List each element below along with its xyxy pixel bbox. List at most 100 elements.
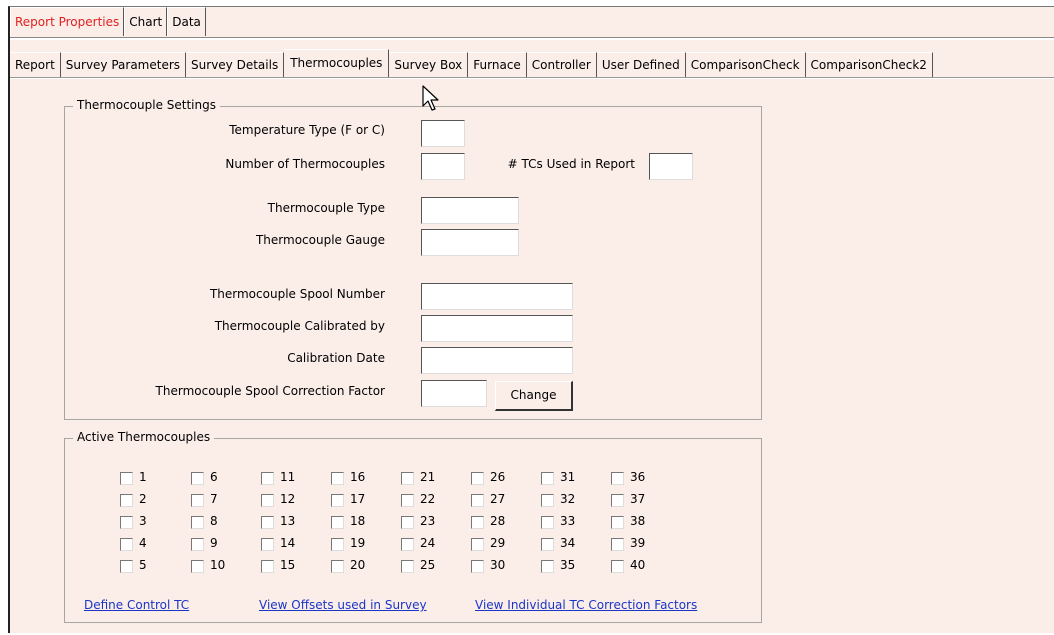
tab-comparison-check2[interactable]: ComparisonCheck2 bbox=[805, 52, 933, 77]
tc-gauge-label: Thermocouple Gauge bbox=[255, 233, 385, 247]
tc-checkbox-label: 3 bbox=[139, 514, 147, 528]
tc-checkbox[interactable] bbox=[261, 494, 274, 507]
tc-type-label: Thermocouple Type bbox=[267, 201, 385, 215]
tab-report[interactable]: Report bbox=[10, 52, 61, 77]
tc-checkbox[interactable] bbox=[401, 560, 414, 573]
tc-checkbox[interactable] bbox=[191, 516, 204, 529]
define-control-tc-link[interactable]: Define Control TC bbox=[84, 598, 189, 612]
tc-checkbox[interactable] bbox=[191, 560, 204, 573]
tc-checkbox[interactable] bbox=[401, 538, 414, 551]
tab-data[interactable]: Data bbox=[167, 7, 206, 36]
tc-checkbox[interactable] bbox=[541, 494, 554, 507]
tc-checkbox[interactable] bbox=[261, 560, 274, 573]
tcs-used-label: # TCs Used in Report bbox=[507, 157, 635, 171]
tab-user-defined[interactable]: User Defined bbox=[596, 52, 686, 77]
tc-checkbox-label: 17 bbox=[350, 492, 366, 506]
tc-checkbox[interactable] bbox=[120, 516, 133, 529]
tc-checkbox[interactable] bbox=[261, 538, 274, 551]
tc-checkbox[interactable] bbox=[541, 560, 554, 573]
tc-checkbox-label: 12 bbox=[280, 492, 296, 506]
tab-thermocouples[interactable]: Thermocouples bbox=[284, 49, 390, 78]
tc-type-field[interactable] bbox=[421, 197, 519, 224]
tab-survey-details[interactable]: Survey Details bbox=[186, 52, 285, 77]
tc-checkbox[interactable] bbox=[471, 560, 484, 573]
tc-checkbox[interactable] bbox=[331, 494, 344, 507]
tc-checkbox-label: 31 bbox=[560, 470, 576, 484]
tc-checkbox-label: 6 bbox=[210, 470, 218, 484]
tab-divider bbox=[10, 37, 1054, 40]
tab-furnace[interactable]: Furnace bbox=[468, 52, 527, 77]
spool-correction-factor-field[interactable] bbox=[421, 380, 487, 407]
tc-checkbox[interactable] bbox=[191, 494, 204, 507]
tc-checkbox-label: 40 bbox=[630, 558, 646, 572]
tc-checkbox[interactable] bbox=[541, 516, 554, 529]
tc-checkbox-label: 28 bbox=[490, 514, 506, 528]
tc-checkbox[interactable] bbox=[191, 472, 204, 485]
calibration-date-field[interactable] bbox=[421, 347, 573, 374]
tc-checkbox[interactable] bbox=[120, 494, 133, 507]
tc-checkbox-label: 21 bbox=[420, 470, 436, 484]
tab-survey-box[interactable]: Survey Box bbox=[389, 52, 469, 77]
tc-checkbox-label: 14 bbox=[280, 536, 296, 550]
tc-checkbox[interactable] bbox=[331, 516, 344, 529]
tc-checkbox[interactable] bbox=[401, 472, 414, 485]
group-legend: Thermocouple Settings bbox=[73, 98, 220, 112]
tab-report-properties[interactable]: Report Properties bbox=[10, 7, 125, 36]
tab-comparison-check[interactable]: ComparisonCheck bbox=[685, 52, 806, 77]
tc-checkbox[interactable] bbox=[471, 516, 484, 529]
tc-checkbox[interactable] bbox=[611, 538, 624, 551]
tcs-used-field[interactable] bbox=[649, 153, 693, 180]
view-correction-factors-link[interactable]: View Individual TC Correction Factors bbox=[475, 598, 697, 612]
tc-checkbox[interactable] bbox=[611, 494, 624, 507]
group-legend: Active Thermocouples bbox=[73, 430, 215, 444]
tc-checkbox[interactable] bbox=[331, 538, 344, 551]
tc-checkbox-label: 30 bbox=[490, 558, 506, 572]
tc-checkbox-label: 25 bbox=[420, 558, 436, 572]
tc-checkbox[interactable] bbox=[401, 516, 414, 529]
tc-checkbox[interactable] bbox=[261, 516, 274, 529]
tc-checkbox[interactable] bbox=[331, 472, 344, 485]
tc-checkbox-label: 16 bbox=[350, 470, 366, 484]
tc-checkbox-label: 35 bbox=[560, 558, 576, 572]
tc-checkbox-label: 13 bbox=[280, 514, 296, 528]
change-button[interactable]: Change bbox=[495, 381, 573, 411]
tc-gauge-field[interactable] bbox=[421, 229, 519, 256]
tc-checkbox[interactable] bbox=[611, 516, 624, 529]
calibrated-by-label: Thermocouple Calibrated by bbox=[214, 319, 385, 333]
tc-checkbox[interactable] bbox=[541, 538, 554, 551]
tc-checkbox[interactable] bbox=[401, 494, 414, 507]
tc-checkbox[interactable] bbox=[120, 472, 133, 485]
tc-checkbox[interactable] bbox=[611, 472, 624, 485]
tc-checkbox[interactable] bbox=[541, 472, 554, 485]
temp-type-field[interactable] bbox=[421, 120, 465, 147]
spool-number-label: Thermocouple Spool Number bbox=[209, 287, 385, 301]
tc-checkbox[interactable] bbox=[611, 560, 624, 573]
tab-controller[interactable]: Controller bbox=[526, 52, 597, 77]
tc-checkbox[interactable] bbox=[471, 494, 484, 507]
tc-checkbox[interactable] bbox=[261, 472, 274, 485]
tc-checkbox-label: 37 bbox=[630, 492, 646, 506]
thermocouple-settings-group: Thermocouple Settings Temperature Type (… bbox=[64, 98, 762, 420]
tc-checkbox[interactable] bbox=[191, 538, 204, 551]
tab-chart[interactable]: Chart bbox=[124, 7, 168, 36]
calibrated-by-field[interactable] bbox=[421, 315, 573, 342]
top-tab-strip: Report Properties Chart Data bbox=[10, 7, 206, 37]
spool-number-field[interactable] bbox=[421, 283, 573, 310]
tc-checkbox-label: 36 bbox=[630, 470, 646, 484]
tc-checkbox-label: 20 bbox=[350, 558, 366, 572]
mouse-pointer-icon bbox=[422, 85, 439, 111]
tc-checkbox[interactable] bbox=[120, 538, 133, 551]
tc-checkbox[interactable] bbox=[120, 560, 133, 573]
tc-checkbox-label: 15 bbox=[280, 558, 296, 572]
sub-tab-divider bbox=[10, 77, 1054, 79]
num-thermocouples-field[interactable] bbox=[421, 153, 465, 180]
tab-survey-parameters[interactable]: Survey Parameters bbox=[60, 52, 187, 77]
tc-checkbox-label: 39 bbox=[630, 536, 646, 550]
tc-checkbox-label: 34 bbox=[560, 536, 576, 550]
tc-checkbox[interactable] bbox=[471, 472, 484, 485]
tc-checkbox-label: 2 bbox=[139, 492, 147, 506]
view-offsets-link[interactable]: View Offsets used in Survey bbox=[259, 598, 427, 612]
spool-correction-factor-label: Thermocouple Spool Correction Factor bbox=[155, 384, 385, 398]
tc-checkbox[interactable] bbox=[331, 560, 344, 573]
tc-checkbox[interactable] bbox=[471, 538, 484, 551]
